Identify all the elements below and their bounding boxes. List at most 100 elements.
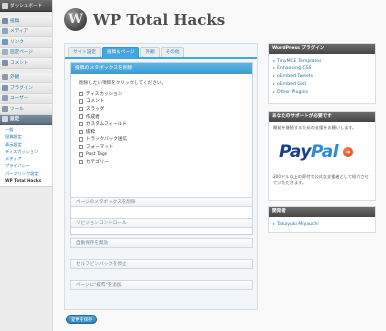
checkbox-label: フォーマット bbox=[85, 144, 114, 150]
support-box-title: あなたのサポートが必要です bbox=[269, 112, 375, 122]
submenu-item[interactable]: 投稿設定 bbox=[0, 133, 52, 140]
metabox-option[interactable]: カスタムフィールド bbox=[79, 120, 252, 128]
submenu-item[interactable]: ディスカッション bbox=[0, 148, 52, 155]
checkbox[interactable] bbox=[79, 114, 84, 119]
menu-item-comment[interactable]: コメント bbox=[0, 58, 52, 69]
paypal-logo-pal: Pal bbox=[310, 142, 339, 162]
plugin-link-label: Other Plugins bbox=[277, 89, 308, 95]
checkbox[interactable] bbox=[79, 159, 84, 165]
submenu-item[interactable]: 一般 bbox=[0, 126, 52, 133]
triangle-right-icon: ▸ bbox=[273, 57, 276, 63]
tab-1[interactable]: 投稿＆ページ bbox=[101, 47, 140, 57]
triangle-right-icon: ▸ bbox=[273, 65, 276, 71]
submenu-item[interactable]: 表示設定 bbox=[0, 141, 52, 148]
tab-underline bbox=[65, 57, 257, 59]
menu-item-tools[interactable]: ツール bbox=[0, 104, 52, 115]
arrow-right-icon: ➜ bbox=[343, 147, 354, 157]
plugin-link[interactable]: ▸ oEmbed Tweets bbox=[273, 72, 371, 80]
section-header[interactable]: ページのメタボックスを削除 bbox=[70, 197, 253, 207]
menu-item-link[interactable]: リンク bbox=[0, 37, 52, 48]
menu-item-label: 投稿 bbox=[10, 18, 20, 24]
paypal-donate-button[interactable]: PayPal ➜ bbox=[279, 139, 367, 166]
support-note-text: 200ドル以上の寄付で公式な支援者として紹介させていただきます。 bbox=[273, 173, 369, 185]
settings-submenu: 一般 投稿設定 表示設定 ディスカッション メディア プライバシー パーマリンク設定 WP T… bbox=[0, 125, 52, 188]
metabox-option[interactable]: Post Tags bbox=[79, 151, 252, 159]
menu-item-pin[interactable]: 投稿 bbox=[0, 16, 52, 27]
triangle-right-icon: ▸ bbox=[273, 220, 276, 226]
metabox-option[interactable]: スラッグ bbox=[79, 105, 252, 113]
support-intro-text: 開発を継続するための支援をお願いします。 bbox=[273, 124, 357, 130]
checkbox[interactable] bbox=[79, 106, 84, 112]
media-icon bbox=[2, 28, 8, 35]
comment-icon bbox=[2, 59, 8, 66]
menu-item-media[interactable]: メディア bbox=[0, 26, 52, 37]
metabox-option[interactable]: カテゴリー bbox=[79, 158, 252, 166]
menu-settings[interactable]: 設定 bbox=[0, 114, 52, 125]
page-title: WP Total Hacks bbox=[93, 11, 226, 29]
plugins-box: WordPress プラグイン ▸ TinyMCE Templates ▸ Enhan… bbox=[268, 43, 376, 104]
menu-item-label: コメント bbox=[10, 60, 29, 66]
checkbox-label: 抜粋 bbox=[85, 129, 96, 135]
plugin-icon bbox=[2, 84, 8, 91]
plugins-list: ▸ TinyMCE Templates ▸ Enhancing CSS ▸ oEmbed … bbox=[269, 54, 375, 99]
tab-2[interactable]: 外観 bbox=[140, 47, 160, 57]
menu-item-plugin[interactable]: プラグイン bbox=[0, 83, 52, 94]
checkbox[interactable] bbox=[79, 91, 84, 96]
post-metabox-title[interactable]: 投稿のメタボックスを削除 bbox=[71, 63, 252, 74]
metabox-option[interactable]: ディスカッション bbox=[79, 90, 252, 98]
section-header[interactable]: ページに"抜粋"を追加 bbox=[70, 280, 253, 290]
checkbox[interactable] bbox=[79, 99, 84, 104]
plugins-box-title: WordPress プラグイン bbox=[269, 44, 375, 54]
checkbox[interactable] bbox=[79, 152, 84, 157]
menu-item-user[interactable]: ユーザー bbox=[0, 93, 52, 104]
tab-3[interactable]: その他 bbox=[160, 47, 185, 57]
checkbox-label: ディスカッション bbox=[85, 91, 123, 97]
menu-item-label: プラグイン bbox=[10, 85, 33, 91]
menu-item-label: ユーザー bbox=[10, 96, 29, 102]
paypal-logo: PayPal bbox=[279, 142, 339, 162]
checkbox[interactable] bbox=[79, 137, 84, 142]
plugin-link-label: oEmbed Gist bbox=[277, 81, 307, 87]
submenu-item[interactable]: パーマリンク設定 bbox=[0, 170, 52, 177]
submenu-item[interactable]: プライバシー bbox=[0, 162, 52, 169]
menu-item-label: 外観 bbox=[10, 75, 20, 81]
metabox-option[interactable]: トラックバック送信 bbox=[79, 136, 252, 144]
plugin-link[interactable]: ▸ oEmbed Gist bbox=[273, 80, 371, 88]
menu-item-page[interactable]: 固定ページ bbox=[0, 47, 52, 58]
plugin-link[interactable]: ▸ TinyMCE Templates bbox=[273, 57, 371, 65]
tab-0[interactable]: サイト設定 bbox=[68, 47, 101, 57]
metabox-option[interactable]: 抜粋 bbox=[79, 128, 252, 136]
section-header[interactable]: セルフピンバックを停止 bbox=[70, 259, 253, 269]
checkbox-label: コメント bbox=[85, 99, 105, 105]
checkbox-label: スラッグ bbox=[85, 106, 105, 112]
plugin-link[interactable]: ▸ Enhancing CSS bbox=[273, 64, 371, 72]
menu-item-label: ツール bbox=[10, 106, 24, 112]
checkbox[interactable] bbox=[79, 144, 84, 150]
metabox-option[interactable]: コメント bbox=[79, 98, 252, 106]
metabox-option[interactable]: 作成者 bbox=[79, 113, 252, 121]
submenu-item[interactable]: WP Total Hacks bbox=[0, 177, 52, 184]
menu-item-appearance[interactable]: 外観 bbox=[0, 72, 52, 83]
save-button[interactable]: 変更を保存 bbox=[66, 315, 98, 324]
checkbox-label: トラックバック送信 bbox=[85, 137, 128, 143]
menu-dashboard[interactable]: ダッシュボード bbox=[0, 0, 52, 12]
plugin-link-label: TinyMCE Templates bbox=[277, 58, 322, 64]
pin-icon bbox=[2, 17, 8, 24]
checkbox[interactable] bbox=[79, 121, 84, 127]
plugin-link[interactable]: ▸ Other Plugins bbox=[273, 88, 371, 96]
menu-item-label: メディア bbox=[10, 29, 29, 35]
section-header[interactable]: 自動保存を無効 bbox=[70, 238, 253, 248]
author-name: Takayuki Miyauchi bbox=[277, 221, 319, 227]
paypal-logo-pay: Pay bbox=[279, 142, 311, 162]
menu-dashboard-label: ダッシュボード bbox=[10, 3, 43, 9]
tools-icon bbox=[2, 105, 8, 112]
submenu-item[interactable]: メディア bbox=[0, 155, 52, 162]
section-header[interactable]: リビジョンコントロール bbox=[70, 218, 253, 228]
checkbox[interactable] bbox=[79, 129, 84, 134]
menu-settings-label: 設定 bbox=[10, 117, 20, 123]
triangle-right-icon: ▸ bbox=[273, 88, 276, 94]
metabox-option[interactable]: フォーマット bbox=[79, 143, 252, 151]
post-metabox-panel: 投稿のメタボックスを削除 削除したい項目をクリックしてください。 ディスカッショ… bbox=[70, 62, 253, 235]
author-link[interactable]: ▸ Takayuki Miyauchi bbox=[273, 220, 371, 228]
author-box-title: 開発者 bbox=[269, 207, 375, 217]
